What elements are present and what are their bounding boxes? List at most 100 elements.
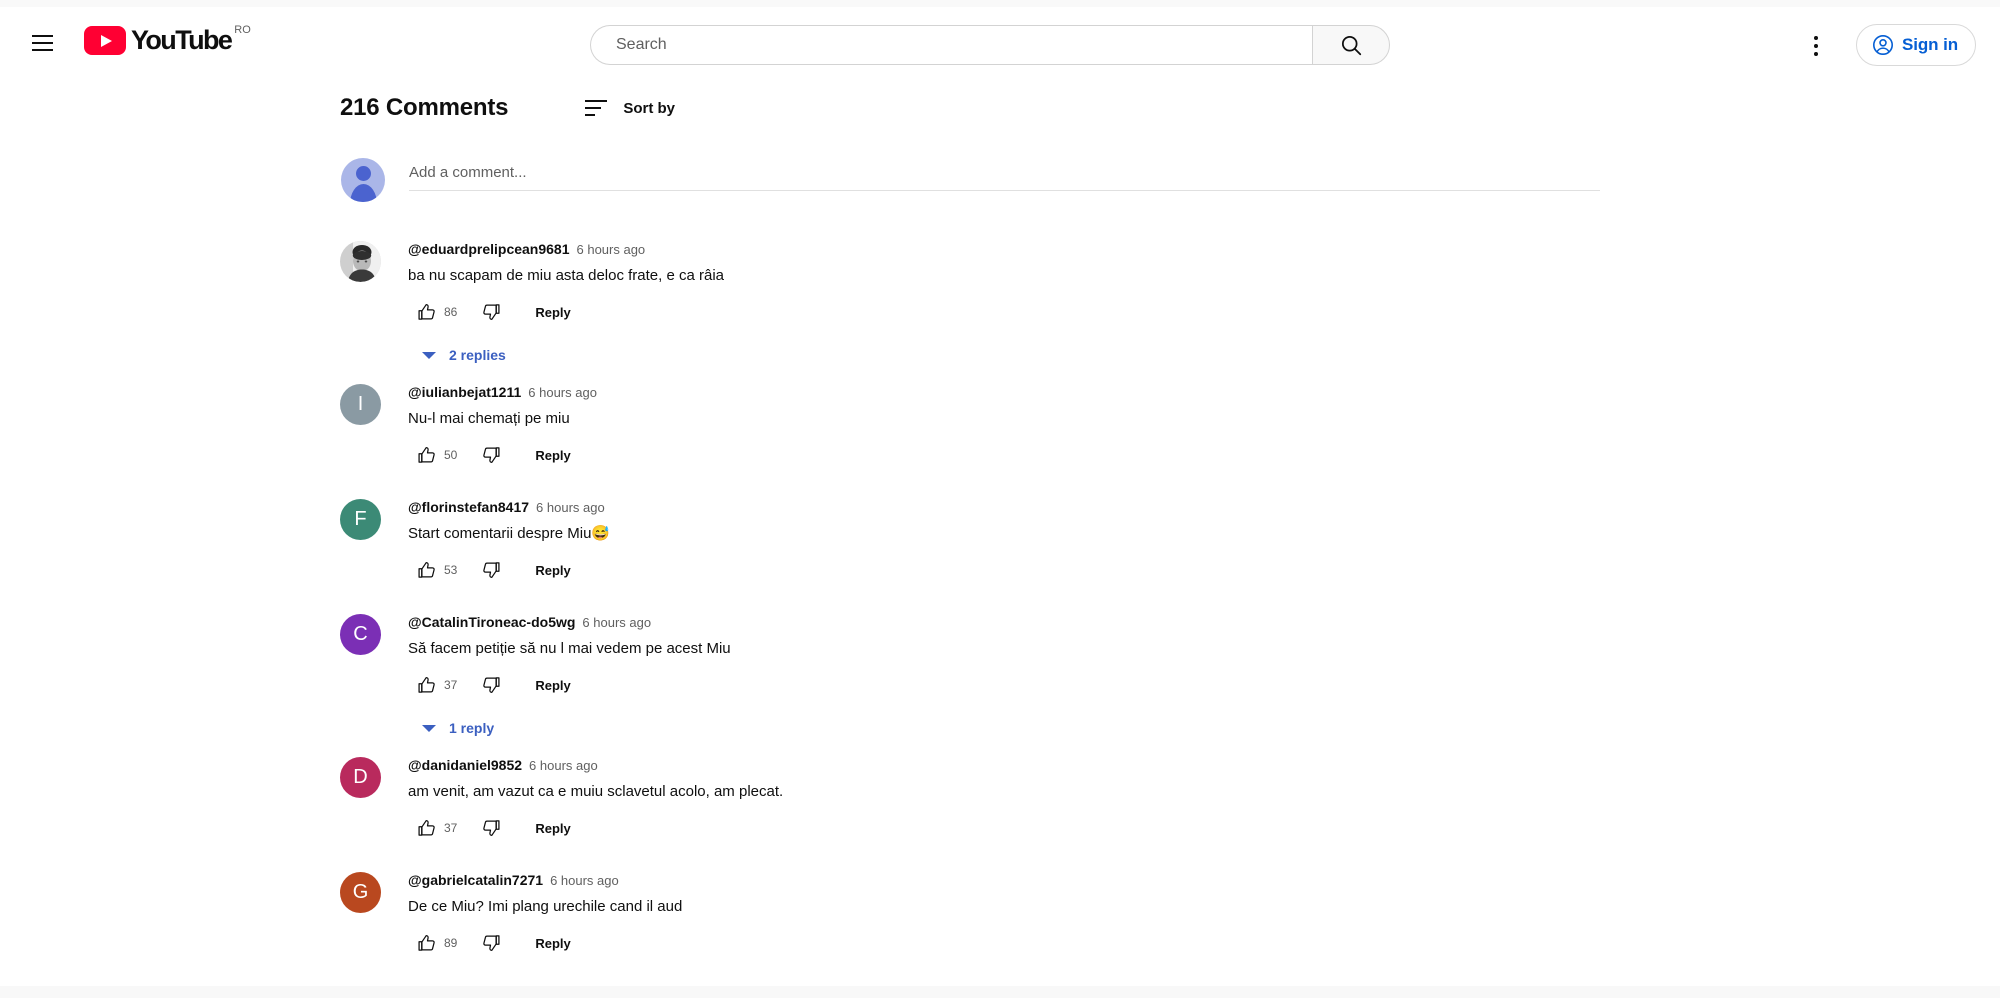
sort-line	[585, 107, 602, 109]
like-button[interactable]: 37	[417, 675, 457, 695]
thumbs-down-icon	[483, 304, 500, 320]
comment-body: @gabrielcatalin7271 6 hours ago De ce Miu?…	[408, 870, 1600, 959]
thumbs-up-icon	[418, 677, 435, 693]
search-button[interactable]	[1312, 25, 1390, 65]
dislike-button[interactable]	[481, 302, 501, 322]
thumbs-down-icon	[483, 677, 500, 693]
add-comment-row	[340, 158, 1600, 202]
comment-text: am venit, am vazut ca e muiu sclavetul a…	[408, 783, 784, 800]
add-comment-input[interactable]	[409, 164, 1600, 181]
dislike-button[interactable]	[481, 560, 501, 580]
comment-timestamp[interactable]: 6 hours ago	[536, 499, 605, 517]
comment-actions: 86 Reply	[417, 296, 1600, 328]
search-group	[590, 25, 1390, 65]
comment-actions: 53 Reply	[417, 554, 1600, 586]
comment-body: @eduardprelipcean9681 6 hours ago ba nu sc…	[408, 239, 1600, 368]
hamburger-line	[31, 42, 53, 44]
masthead: YouTube RO Sign in	[0, 7, 2000, 78]
like-count: 53	[444, 563, 458, 577]
hamburger-line	[31, 49, 53, 51]
youtube-logo-text: YouTube	[131, 25, 233, 55]
comment-timestamp[interactable]: 6 hours ago	[582, 614, 651, 632]
replies-count-label: 1 reply	[449, 720, 495, 736]
comment-timestamp[interactable]: 6 hours ago	[528, 384, 597, 402]
reply-button[interactable]: Reply	[533, 672, 572, 699]
comment-author-avatar[interactable]: F	[340, 499, 381, 540]
dislike-button[interactable]	[481, 675, 501, 695]
comment-timestamp[interactable]: 6 hours ago	[577, 241, 646, 259]
avatar-photo	[340, 241, 381, 282]
reply-button[interactable]: Reply	[533, 442, 572, 469]
like-count: 37	[444, 821, 458, 835]
reply-button[interactable]: Reply	[533, 557, 572, 584]
sort-by-button[interactable]: Sort by	[585, 99, 675, 117]
comment-body: @CatalinTironeac-do5wg 6 hours ago Să face…	[408, 612, 1600, 741]
comment-timestamp[interactable]: 6 hours ago	[550, 872, 619, 890]
comments-header: 216 Comments Sort by	[340, 86, 1600, 130]
like-button[interactable]: 37	[417, 818, 457, 838]
comment-item: @eduardprelipcean9681 6 hours ago ba nu sc…	[340, 239, 1600, 368]
comment-author-name[interactable]: @gabrielcatalin7271	[408, 871, 543, 889]
sign-in-button[interactable]: Sign in	[1856, 24, 1976, 66]
comment-list: @eduardprelipcean9681 6 hours ago ba nu sc…	[340, 239, 1600, 959]
comment-author-name[interactable]: @eduardprelipcean9681	[408, 240, 570, 258]
comment-text: Să facem petiție să nu l mai vedem pe ac…	[408, 640, 731, 657]
comment-actions: 89 Reply	[417, 927, 1600, 959]
comment-text: ba nu scapam de miu asta deloc frate, e …	[408, 267, 725, 284]
like-button[interactable]: 50	[417, 445, 457, 465]
sort-by-label: Sort by	[623, 99, 676, 117]
chevron-down-icon	[422, 351, 436, 359]
dislike-button[interactable]	[481, 445, 501, 465]
comment-author-name[interactable]: @florinstefan8417	[408, 498, 529, 516]
sort-line	[585, 100, 608, 102]
sort-lines-icon	[585, 99, 611, 117]
search-box[interactable]	[590, 25, 1312, 65]
more-options-button[interactable]	[1796, 26, 1836, 66]
show-replies-button[interactable]: 1 reply	[422, 715, 1600, 741]
youtube-logo[interactable]: YouTube RO	[84, 24, 251, 61]
comment-meta: @gabrielcatalin7271 6 hours ago	[408, 871, 1600, 890]
comment-text: Start comentarii despre Miu😅	[408, 525, 611, 542]
like-button[interactable]: 53	[417, 560, 457, 580]
comment-author-avatar[interactable]: D	[340, 757, 381, 798]
kebab-dot	[1814, 52, 1818, 56]
search-icon	[1341, 35, 1361, 55]
comment-meta: @iulianbejat1211 6 hours ago	[408, 383, 1600, 402]
comment-item: G @gabrielcatalin7271 6 hours ago De ce Miu…	[340, 870, 1600, 959]
comment-actions: 37 Reply	[417, 812, 1600, 844]
comment-text: De ce Miu? Imi plang urechile cand il au…	[408, 898, 683, 915]
reply-button[interactable]: Reply	[533, 815, 572, 842]
comment-author-name[interactable]: @CatalinTironeac-do5wg	[408, 613, 575, 631]
dislike-button[interactable]	[481, 933, 501, 953]
reply-button[interactable]: Reply	[533, 930, 572, 957]
thumbs-up-icon	[418, 820, 435, 836]
comment-author-avatar[interactable]: G	[340, 872, 381, 913]
add-comment-field[interactable]	[409, 158, 1600, 191]
like-button[interactable]: 86	[417, 302, 457, 322]
thumbs-down-icon	[483, 935, 500, 951]
hamburger-menu-icon[interactable]	[22, 23, 62, 63]
replies-count-label: 2 replies	[449, 347, 506, 363]
comment-actions: 50 Reply	[417, 439, 1600, 471]
comments-count: 216 Comments	[340, 94, 509, 121]
comment-author-avatar[interactable]: C	[340, 614, 381, 655]
account-circle-icon	[1873, 35, 1894, 55]
reply-button[interactable]: Reply	[533, 299, 572, 326]
comment-body: @iulianbejat1211 6 hours ago Nu-l mai chem…	[408, 382, 1600, 471]
comment-body: @danidaniel9852 6 hours ago am venit, am v…	[408, 755, 1600, 844]
show-replies-button[interactable]: 2 replies	[422, 342, 1600, 368]
comment-timestamp[interactable]: 6 hours ago	[529, 757, 598, 775]
dislike-button[interactable]	[481, 818, 501, 838]
comment-author-name[interactable]: @iulianbejat1211	[408, 383, 521, 401]
current-user-avatar	[341, 158, 385, 202]
comment-author-name[interactable]: @danidaniel9852	[408, 756, 522, 774]
comment-item: D @danidaniel9852 6 hours ago am venit, am …	[340, 755, 1600, 844]
sort-line	[585, 114, 596, 116]
comment-item: C @CatalinTironeac-do5wg 6 hours ago Să fac…	[340, 612, 1600, 741]
youtube-country-code: RO	[234, 24, 251, 36]
like-count: 89	[444, 936, 458, 950]
search-input[interactable]	[616, 36, 1312, 54]
comment-author-avatar[interactable]	[340, 241, 381, 282]
like-button[interactable]: 89	[417, 933, 457, 953]
comment-author-avatar[interactable]: I	[340, 384, 381, 425]
